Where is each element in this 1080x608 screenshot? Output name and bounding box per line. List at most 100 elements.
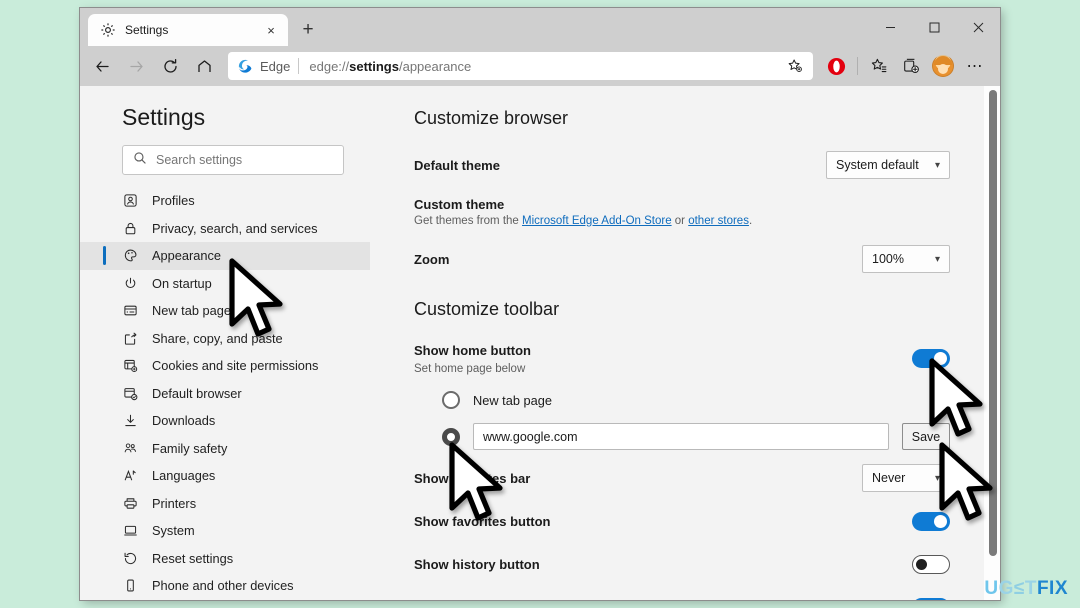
palette-icon (122, 247, 139, 264)
browser-tab-settings[interactable]: Settings × (88, 14, 288, 46)
sidebar-item-label: On startup (152, 275, 212, 291)
default-theme-select[interactable]: System default ▾ (826, 151, 950, 179)
gear-icon (100, 22, 116, 38)
close-tab-icon[interactable]: × (262, 21, 280, 39)
sidebar-item-downloads[interactable]: Downloads (80, 407, 370, 435)
home-url-input[interactable]: www.google.com (473, 423, 889, 450)
sidebar-item-reset-settings[interactable]: Reset settings (80, 545, 370, 573)
close-window-button[interactable] (956, 12, 1000, 42)
page-scrollbar[interactable] (984, 86, 1000, 600)
share-icon (122, 330, 139, 347)
search-settings-box[interactable] (122, 145, 344, 175)
default-browser-icon (122, 385, 139, 402)
sidebar-item-system[interactable]: System (80, 517, 370, 545)
new-tab-page-radio-label: New tab page (473, 392, 552, 408)
sidebar-item-appearance[interactable]: Appearance (80, 242, 370, 270)
watermark-g: G (998, 578, 1014, 599)
show-home-button-row: Show home button Set home page below (414, 342, 1000, 375)
edge-addon-store-link[interactable]: Microsoft Edge Add-On Store (522, 215, 672, 227)
show-home-button-sub: Set home page below (414, 363, 526, 375)
show-favorites-bar-label: Show favorites bar (414, 470, 531, 486)
navigation-bar: Edge edge://settings/appearance ⋯ (80, 46, 1000, 86)
sidebar-item-label: System (152, 523, 195, 539)
show-favorites-bar-select[interactable]: Never ▾ (862, 464, 950, 492)
profile-avatar[interactable] (928, 51, 958, 81)
chevron-down-icon: ▾ (934, 472, 940, 484)
sidebar-item-default-browser[interactable]: Default browser (80, 380, 370, 408)
favorites-icon[interactable] (864, 51, 894, 81)
zoom-select[interactable]: 100% ▾ (862, 245, 950, 273)
edge-icon (238, 59, 252, 73)
new-tab-page-radio-row[interactable]: New tab page (414, 391, 1000, 409)
address-bar[interactable]: Edge edge://settings/appearance (228, 52, 813, 80)
show-favorites-button-label: Show favorites button (414, 513, 551, 529)
customize-browser-heading: Customize browser (414, 108, 569, 128)
more-options-icon[interactable]: ⋯ (960, 51, 990, 81)
watermark-t: T (1024, 578, 1037, 599)
edge-logo-badge: Edge (237, 58, 290, 74)
zoom-row: Zoom 100% ▾ (414, 245, 1000, 273)
family-icon (122, 440, 139, 457)
forward-button[interactable] (120, 50, 152, 82)
sidebar-item-privacy[interactable]: Privacy, search, and services (80, 215, 370, 243)
show-favorites-button-row: Show favorites button (414, 508, 1000, 534)
show-collections-button-toggle[interactable] (912, 597, 950, 600)
home-url-radio[interactable] (442, 427, 460, 446)
refresh-button[interactable] (154, 50, 186, 82)
watermark-fix: FIX (1036, 578, 1068, 599)
sidebar-item-new-tab-page[interactable]: New tab page (80, 297, 370, 325)
new-tab-page-radio[interactable] (442, 391, 460, 409)
collections-icon[interactable] (896, 51, 926, 81)
minimize-button[interactable] (868, 12, 912, 42)
sidebar-item-printers[interactable]: Printers (80, 490, 370, 518)
browser-window: Settings × + Edge edge://settings/appear… (80, 8, 1000, 600)
zoom-label: Zoom (414, 251, 450, 267)
avatar (932, 55, 954, 77)
sidebar-item-label: Cookies and site permissions (152, 358, 319, 374)
other-stores-link[interactable]: other stores (688, 215, 749, 227)
settings-nav-list: Profiles Privacy, search, and services A… (80, 185, 370, 600)
sidebar-item-cookies[interactable]: Cookies and site permissions (80, 352, 370, 380)
new-tab-button[interactable]: + (294, 16, 322, 44)
page-title: Settings (122, 104, 206, 130)
power-icon (122, 275, 139, 292)
home-url-radio-row: www.google.com Save (414, 423, 1000, 450)
show-history-button-label: Show history button (414, 556, 540, 572)
scrollbar-thumb[interactable] (989, 90, 997, 556)
home-button[interactable] (188, 50, 220, 82)
sidebar-item-label: Reset settings (152, 550, 234, 566)
sidebar-item-profiles[interactable]: Profiles (80, 187, 370, 215)
maximize-button[interactable] (912, 12, 956, 42)
search-icon (133, 151, 147, 170)
sidebar-item-languages[interactable]: Languages (80, 462, 370, 490)
sidebar-item-label: Appearance (152, 248, 222, 264)
default-theme-row: Default theme System default ▾ (414, 151, 1000, 179)
sidebar-item-label: Family safety (152, 440, 228, 456)
back-button[interactable] (86, 50, 118, 82)
sidebar-item-label: New tab page (152, 303, 231, 319)
cookies-icon (122, 357, 139, 374)
omnibox-divider (298, 58, 300, 74)
show-collections-button-row: Show Collections button (414, 594, 1000, 600)
edge-label: Edge (260, 58, 291, 74)
ugetfix-watermark: UG≤TFIX (984, 578, 1068, 600)
save-button[interactable]: Save (902, 423, 950, 450)
search-input[interactable] (156, 153, 333, 167)
sidebar-item-phone-devices[interactable]: Phone and other devices (80, 572, 370, 600)
add-favorite-star-icon[interactable] (783, 54, 807, 78)
sidebar-item-label: Printers (152, 495, 197, 511)
sidebar-item-family-safety[interactable]: Family safety (80, 435, 370, 463)
sidebar-item-label: Languages (152, 468, 216, 484)
default-theme-value: System default (836, 158, 919, 172)
show-favorites-button-toggle[interactable] (912, 511, 950, 531)
custom-theme-description: Get themes from the Microsoft Edge Add-O… (414, 215, 753, 227)
sidebar-item-label: Profiles (152, 193, 195, 209)
profiles-icon (122, 192, 139, 209)
show-home-button-toggle[interactable] (912, 349, 950, 368)
sidebar-item-on-startup[interactable]: On startup (80, 270, 370, 298)
download-icon (122, 412, 139, 429)
sidebar-item-share-copy-paste[interactable]: Share, copy, and paste (80, 325, 370, 353)
opera-extension-icon[interactable] (821, 51, 851, 81)
show-history-button-toggle[interactable] (912, 554, 950, 574)
sidebar-item-label: Privacy, search, and services (152, 220, 318, 236)
